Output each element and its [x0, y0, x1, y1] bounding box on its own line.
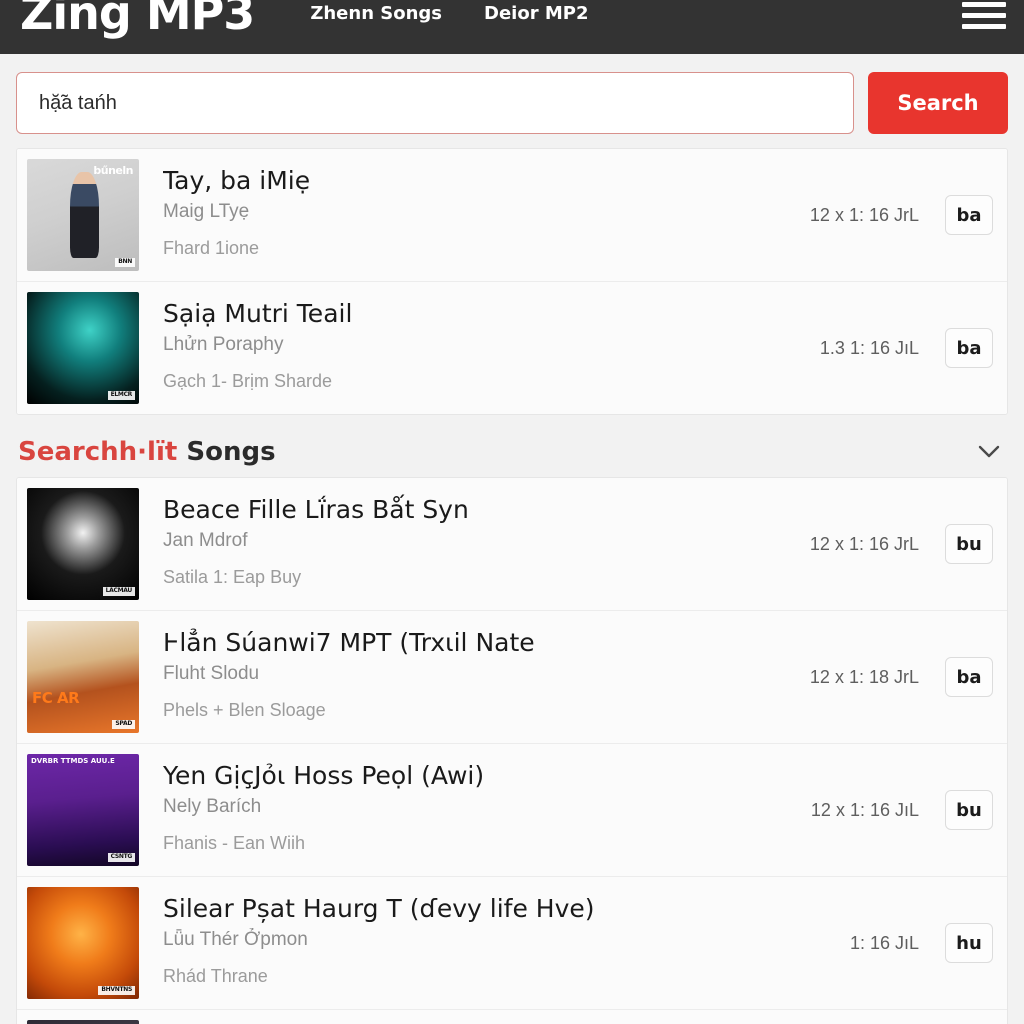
row-meta: Ⱶlẳn Súanwi7 MPT (Trxɩil Nate Fluht Slod… — [139, 621, 810, 722]
song-title[interactable]: Yen GịçJỏɩ Hoss Peọl (Awi) — [163, 760, 811, 791]
song-title[interactable]: Sạiạ Mutri Teail — [163, 298, 820, 329]
search-input[interactable] — [16, 72, 854, 134]
list-item[interactable]: BHVNTNS Silear Pșat Haurg T (ɗevy life H… — [17, 877, 1007, 1010]
row-action-button[interactable]: bu — [945, 524, 993, 564]
row-meta: Hinby Hổh Marȷl Eng Tyn Diing Slipth Mae… — [139, 1020, 850, 1024]
hamburger-bar — [962, 12, 1006, 18]
brand-logo[interactable]: Zing MP3 — [20, 0, 255, 36]
row-action-button[interactable]: hu — [945, 923, 993, 963]
album-art-corner-text: bűneln — [93, 164, 133, 177]
song-title[interactable]: Ⱶlẳn Súanwi7 MPT (Trxɩil Nate — [163, 627, 810, 658]
song-artist[interactable]: Jan Mdrof — [163, 529, 810, 554]
song-artist[interactable]: Lhửn Poraphy — [163, 333, 820, 358]
row-action-button[interactable]: ba — [945, 328, 993, 368]
songs-section-header: Searchh·lït Songs — [0, 425, 1024, 477]
album-art-badge: CSNTG — [107, 853, 135, 862]
row-action-button[interactable]: ba — [945, 657, 993, 697]
list-item[interactable]: DVRBR TTMDS AUU.E CSNTG Yen GịçJỏɩ Hoss … — [17, 744, 1007, 877]
song-title[interactable]: Beace Fille Lḯras Bǻt Syn — [163, 494, 810, 525]
song-duration: 12 x 1: 16 JrL — [809, 533, 919, 554]
row-meta: Sạiạ Mutri Teail Lhửn Poraphy Gạch 1- Br… — [139, 292, 820, 393]
song-duration: 12 x 1: 18 JrL — [809, 666, 919, 687]
album-art-thumbnail[interactable]: FC AR SPAD — [27, 621, 139, 733]
album-art-badge: BHVNTNS — [98, 986, 135, 995]
row-meta: Silear Pșat Haurg T (ɗevy life Hve) Lǖu … — [139, 887, 850, 988]
album-art-thumbnail[interactable]: DVRBR TTMDS AUU.E CSNTG — [27, 754, 139, 866]
list-item[interactable]: LACMAU Beace Fille Lḯras Bǻt Syn Jan Mdr… — [17, 478, 1007, 611]
table-row[interactable]: bűneln BNN Tay, ba iMiẹ Maig LTyẹ Fhard … — [17, 149, 1007, 282]
album-art-thumbnail[interactable]: BHVNTNS — [27, 887, 139, 999]
song-artist[interactable]: Nely Barích — [163, 795, 811, 820]
list-item[interactable]: THNDESS SO DAGA Hinby Hổh Marȷl Eng Tyn … — [17, 1010, 1007, 1024]
top-results-card: bűneln BNN Tay, ba iMiẹ Maig LTyẹ Fhard … — [16, 148, 1008, 415]
page-title: Searchh·lït Songs — [18, 437, 276, 467]
row-action-button[interactable]: ba — [945, 195, 993, 235]
album-art-badge: LACMAU — [102, 587, 135, 596]
hamburger-icon[interactable] — [962, 0, 1006, 32]
nav-link-deior-mp2[interactable]: Deior MP2 — [484, 3, 588, 24]
row-meta: Beace Fille Lḯras Bǻt Syn Jan Mdrof Sati… — [139, 488, 810, 589]
song-artist[interactable]: Lǖu Thér Ởpmon — [163, 928, 850, 953]
album-art-badge: ELMCR — [107, 391, 135, 400]
album-art-thumbnail[interactable]: LACMAU — [27, 488, 139, 600]
songs-list-card: LACMAU Beace Fille Lḯras Bǻt Syn Jan Mdr… — [16, 477, 1008, 1024]
album-art-corner-text: FC AR — [32, 689, 80, 707]
album-art-thumbnail[interactable]: bűneln BNN — [27, 159, 139, 271]
chevron-down-icon[interactable] — [978, 441, 1000, 463]
album-art-badge: SPAD — [112, 720, 135, 729]
album-art-thumbnail[interactable]: THNDESS SO DAGA — [27, 1020, 139, 1024]
search-button[interactable]: Search — [868, 72, 1008, 134]
song-artist[interactable]: Maig LTyẹ — [163, 200, 810, 225]
nav-links: Zhenn Songs Deior MP2 — [310, 3, 588, 24]
top-navbar: Zing MP3 Zhenn Songs Deior MP2 — [0, 0, 1024, 54]
song-album: Rhád Thrane — [163, 965, 268, 986]
album-art-badge: BNN — [115, 258, 135, 267]
song-duration: 1: 16 JıL — [849, 932, 919, 953]
song-album: Satila 1: Eap Buy — [163, 566, 302, 587]
hamburger-bar — [962, 1, 1006, 7]
song-album: Fhard 1ione — [163, 237, 260, 258]
song-title[interactable]: Tay, ba iMiẹ — [163, 165, 810, 196]
song-title[interactable]: Silear Pșat Haurg T (ɗevy life Hve) — [163, 893, 850, 924]
song-duration: 12 x 1: 16 JrL — [809, 204, 919, 225]
song-album: Gạch 1- Brịm Sharde — [163, 370, 333, 391]
song-duration: 12 x 1: 16 JıL — [810, 799, 919, 820]
album-art-corner-text: DVRBR TTMDS AUU.E — [31, 757, 115, 765]
row-action-button[interactable]: bu — [945, 790, 993, 830]
list-item[interactable]: FC AR SPAD Ⱶlẳn Súanwi7 MPT (Trxɩil Nate… — [17, 611, 1007, 744]
nav-link-zhenn-songs[interactable]: Zhenn Songs — [310, 3, 442, 24]
row-meta: Tay, ba iMiẹ Maig LTyẹ Fhard 1ione — [139, 159, 810, 260]
song-album: Phels + Blen Sloage — [163, 699, 326, 720]
table-row[interactable]: ELMCR Sạiạ Mutri Teail Lhửn Poraphy Gạch… — [17, 282, 1007, 414]
song-album: Fhanis - Ean Wiih — [163, 832, 306, 853]
section-title-accent: Searchh·lït — [18, 437, 178, 467]
album-art-thumbnail[interactable]: ELMCR — [27, 292, 139, 404]
hamburger-bar — [962, 23, 1006, 29]
song-duration: 1.3 1: 16 JıL — [819, 337, 919, 358]
row-meta: Yen GịçJỏɩ Hoss Peọl (Awi) Nely Barích F… — [139, 754, 811, 855]
search-bar: Search — [0, 54, 1024, 148]
song-artist[interactable]: Fluht Slodu — [163, 662, 810, 687]
section-title-rest: Songs — [186, 437, 276, 467]
